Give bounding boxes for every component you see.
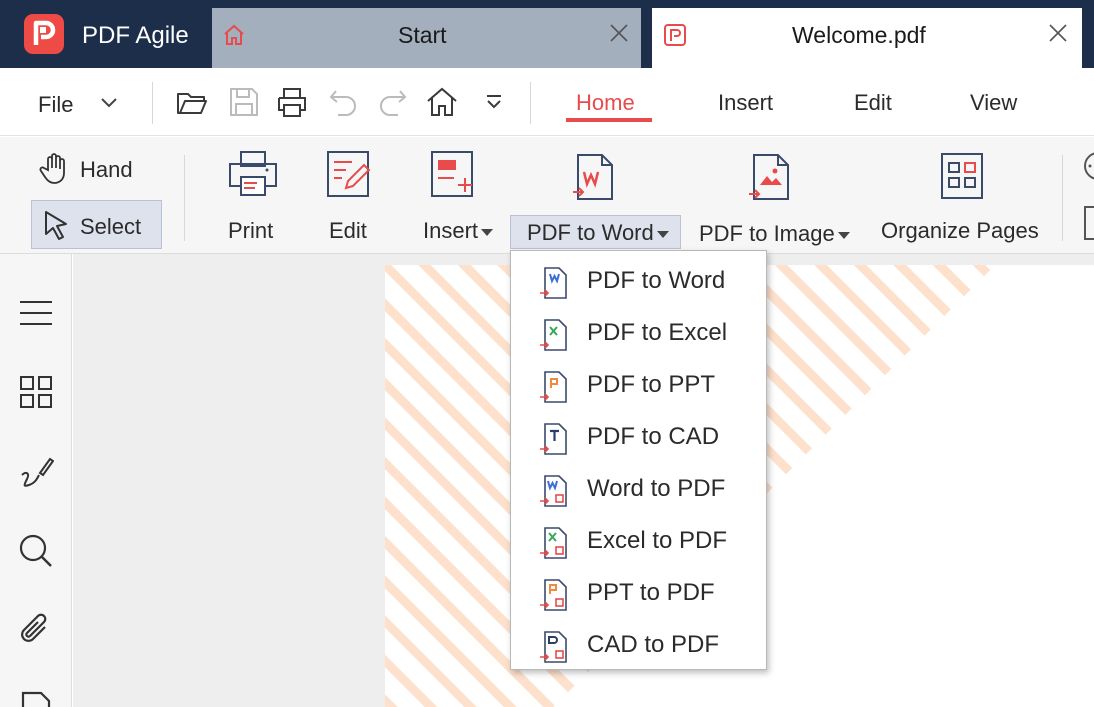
menu-item-label: Word to PDF xyxy=(587,475,726,502)
menu-item-ppt-to-pdf[interactable]: PPT to PDF xyxy=(511,566,766,618)
attachment-icon[interactable] xyxy=(18,612,54,648)
chevron-down-icon[interactable] xyxy=(100,94,118,115)
pdf-to-word-label: PDF to Word xyxy=(527,220,669,246)
menu-item-label: PDF to PPT xyxy=(587,371,716,398)
cursor-arrow-icon xyxy=(42,209,74,246)
print-icon[interactable] xyxy=(276,86,308,118)
pdf-to-word-icon-area[interactable] xyxy=(560,148,630,210)
organize-pages-icon xyxy=(938,150,990,202)
open-folder-icon[interactable] xyxy=(176,86,208,118)
pdf-file-icon xyxy=(663,23,687,52)
select-tool-label: Select xyxy=(80,214,142,239)
menu-item-pdf-to-word[interactable]: PDF to Word xyxy=(511,254,766,306)
thumbnails-icon[interactable] xyxy=(18,374,54,410)
active-tab-indicator xyxy=(566,118,652,122)
print-button[interactable]: Print xyxy=(216,148,290,248)
print-label: Print xyxy=(228,218,274,243)
tab-edit[interactable]: Edit xyxy=(854,90,892,116)
search-icon[interactable] xyxy=(18,533,54,569)
pdf-to-excel-icon xyxy=(539,318,569,352)
menu-icon[interactable] xyxy=(18,295,54,331)
tab-insert[interactable]: Insert xyxy=(718,90,773,116)
select-tool-button[interactable]: Select xyxy=(31,200,162,249)
hand-tool-button[interactable]: Hand xyxy=(31,148,162,192)
app-logo xyxy=(24,14,64,54)
save-icon[interactable] xyxy=(228,86,260,118)
ppt-to-pdf-icon xyxy=(539,578,569,612)
pdf-to-ppt-icon xyxy=(539,370,569,404)
organize-pages-label: Organize Pages xyxy=(881,218,1039,243)
pdf-to-image-label: PDF to Image xyxy=(699,221,850,247)
pdf-to-cad-icon xyxy=(539,422,569,456)
insert-page-icon xyxy=(428,148,480,200)
home-icon[interactable] xyxy=(426,86,458,118)
menu-item-label: PDF to Word xyxy=(587,267,726,294)
menu-item-label: PDF to CAD xyxy=(587,423,720,450)
pdf-to-image-icon xyxy=(746,152,798,204)
insert-button[interactable]: Insert xyxy=(418,148,502,248)
tab-view[interactable]: View xyxy=(970,90,1017,116)
more-tools-icon[interactable] xyxy=(1080,150,1094,195)
signature-icon[interactable] xyxy=(18,455,55,491)
menu-item-label: PPT to PDF xyxy=(587,579,715,606)
hand-tool-label: Hand xyxy=(80,157,133,182)
tab-welcome-title: Welcome.pdf xyxy=(792,22,926,48)
menu-item-pdf-to-cad[interactable]: PDF to CAD xyxy=(511,410,766,462)
menu-item-word-to-pdf[interactable]: Word to PDF xyxy=(511,462,766,514)
pdf-to-word-icon xyxy=(539,266,569,300)
divider xyxy=(184,155,185,241)
organize-pages-button[interactable]: Organize Pages xyxy=(878,148,1050,248)
menu-bar xyxy=(0,68,1094,136)
document-icon[interactable] xyxy=(18,690,54,707)
close-icon[interactable] xyxy=(1048,23,1068,43)
app-name: PDF Agile xyxy=(82,22,189,49)
customize-toolbar-icon[interactable] xyxy=(478,86,510,118)
close-icon[interactable] xyxy=(609,23,629,43)
edit-button[interactable]: Edit xyxy=(316,148,382,248)
tab-start[interactable]: Start xyxy=(212,8,641,68)
divider xyxy=(152,82,153,124)
page-icon[interactable] xyxy=(1083,205,1094,246)
redo-icon[interactable] xyxy=(376,86,408,118)
tab-start-title: Start xyxy=(398,22,447,48)
edit-label: Edit xyxy=(329,218,367,243)
menu-item-label: CAD to PDF xyxy=(587,631,720,658)
word-to-pdf-icon xyxy=(539,474,569,508)
menu-item-pdf-to-excel[interactable]: PDF to Excel xyxy=(511,306,766,358)
hand-icon xyxy=(39,152,73,191)
edit-pencil-icon xyxy=(324,148,376,200)
menu-item-label: PDF to Excel xyxy=(587,319,728,346)
insert-label: Insert xyxy=(423,218,494,244)
menu-item-excel-to-pdf[interactable]: Excel to PDF xyxy=(511,514,766,566)
excel-to-pdf-icon xyxy=(539,526,569,560)
tab-home[interactable]: Home xyxy=(576,90,635,116)
menu-item-cad-to-pdf[interactable]: CAD to PDF xyxy=(511,618,766,670)
pdf-to-image-button[interactable]: PDF to Image xyxy=(696,148,860,248)
menu-item-pdf-to-ppt[interactable]: PDF to PPT xyxy=(511,358,766,410)
undo-icon[interactable] xyxy=(328,86,360,118)
cad-to-pdf-icon xyxy=(539,630,569,664)
file-menu[interactable]: File xyxy=(38,92,73,118)
home-icon xyxy=(222,23,246,52)
tab-welcome[interactable]: Welcome.pdf xyxy=(652,8,1082,68)
pdf-to-word-button[interactable]: PDF to Word xyxy=(510,215,681,249)
pdf-to-word-icon xyxy=(570,152,622,204)
divider xyxy=(530,82,531,124)
printer-icon xyxy=(227,148,279,200)
menu-item-label: Excel to PDF xyxy=(587,527,728,554)
divider xyxy=(1062,155,1063,241)
pdf-to-word-dropdown-menu: PDF to Word PDF to Excel PDF to PPT PDF … xyxy=(510,250,767,670)
